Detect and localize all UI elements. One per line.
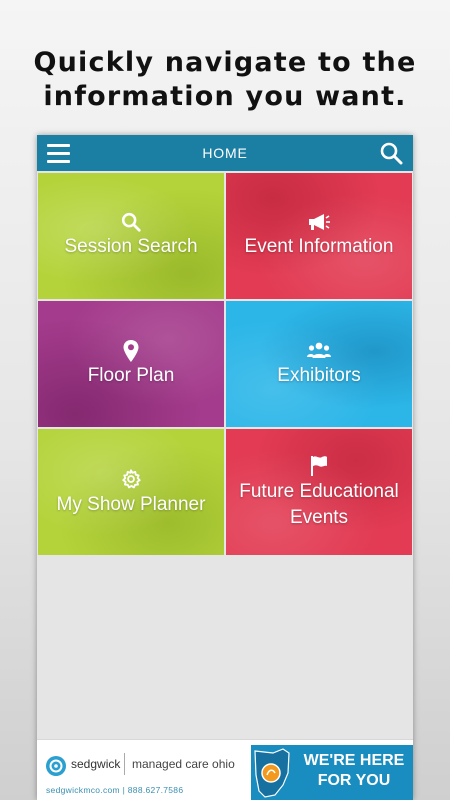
tile-my-show-planner[interactable]: My Show Planner [38,429,224,555]
tile-label: Session Search [64,236,198,257]
ad-cta-line-2: FOR YOU [317,772,391,789]
tile-event-information[interactable]: Event Information [226,173,412,299]
tile-label: Exhibitors [277,365,361,386]
ad-cta-text: WE'RE HERE FOR YOU [295,751,413,791]
promo-line-1: Quickly navigate to the [33,47,417,78]
flag-icon [226,455,412,477]
tile-label-line-2: Events [289,507,349,528]
tile-label: Event Information [244,236,394,257]
sedgwick-logo-icon [45,755,67,777]
ad-cta-panel: WE'RE HERE FOR YOU [251,745,413,800]
search-icon[interactable] [379,141,403,165]
page-title: HOME [202,145,248,161]
search-icon [38,211,224,233]
app-screen: HOME Session Search Event Information Fl… [37,135,413,800]
promo-line-2: information you want. [43,81,407,112]
ad-divider [124,753,125,775]
top-app-bar: HOME [37,135,413,171]
tile-exhibitors[interactable]: Exhibitors [226,301,412,427]
gear-icon [38,468,224,490]
tile-future-educational-events[interactable]: Future Educational Events [226,429,412,555]
group-icon [226,341,412,359]
ad-tagline: managed care ohio [132,757,235,771]
tile-label: My Show Planner [56,494,206,515]
ad-contact: sedgwickmco.com | 888.627.7586 [46,785,184,795]
promo-headline: Quickly navigate to the information you … [0,46,450,114]
ad-brand: sedgwick [71,757,121,771]
hamburger-menu-icon[interactable] [47,142,71,164]
megaphone-icon [226,211,412,233]
map-pin-icon [38,339,224,363]
tile-label-line-1: Future Educational [239,481,399,502]
tile-label: Floor Plan [87,365,175,386]
ohio-map-icon [251,745,293,800]
tile-floor-plan[interactable]: Floor Plan [38,301,224,427]
ad-banner[interactable]: sedgwick managed care ohio sedgwickmco.c… [37,739,413,800]
ad-cta-line-1: WE'RE HERE [303,752,405,769]
tile-session-search[interactable]: Session Search [38,173,224,299]
